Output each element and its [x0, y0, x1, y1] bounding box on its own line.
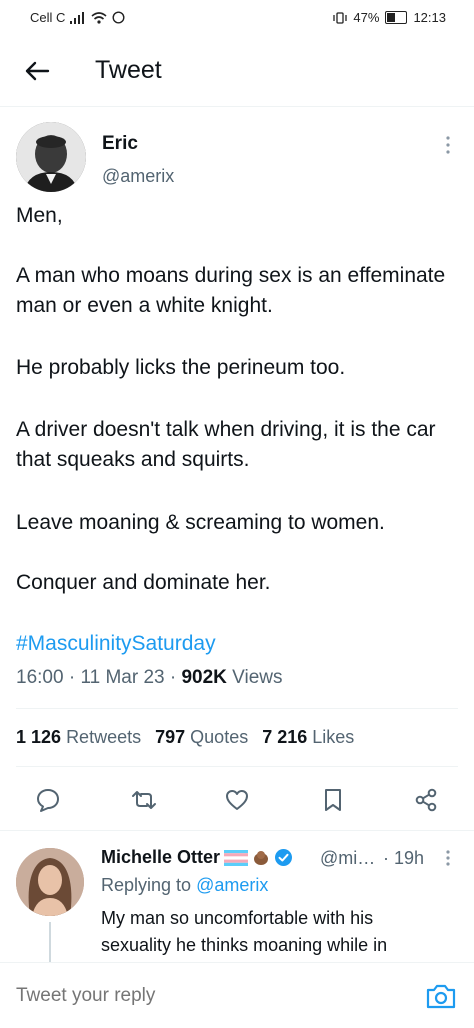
tweet-paragraph: A driver doesn't talk when driving, it i… — [16, 418, 436, 471]
divider — [16, 708, 458, 709]
reply-time: · 19h — [383, 848, 425, 868]
quotes-label: Quotes — [190, 727, 249, 747]
camera-icon[interactable] — [425, 982, 457, 1010]
reply-composer — [0, 962, 474, 1028]
tweet-meta: 16:00 · 11 Mar 23 · 902K Views — [16, 667, 283, 688]
tweet-paragraph: Men, — [16, 204, 63, 227]
clock: 12:13 — [413, 10, 446, 25]
battery-percent: 47% — [353, 10, 380, 25]
retweets-count: 1 126 — [16, 727, 62, 747]
retweet-button[interactable] — [124, 780, 164, 820]
avatar-portrait-icon — [16, 122, 86, 192]
quotes-stat[interactable]: 797 Quotes — [155, 727, 248, 748]
reply-author-name: Michelle Otter — [101, 847, 221, 867]
retweets-label: Retweets — [66, 727, 142, 747]
hashtag-link[interactable]: #MasculinitySaturday — [16, 629, 456, 659]
battery-icon — [385, 11, 408, 24]
engagement-stats: 1 126 Retweets 797 Quotes 7 216 Likes — [16, 727, 354, 748]
comment-icon — [37, 789, 59, 812]
signal-icon — [70, 11, 85, 24]
reply-button[interactable] — [28, 780, 68, 820]
avatar-portrait-icon — [16, 848, 84, 916]
author-avatar[interactable] — [16, 122, 86, 192]
author-name[interactable]: Eric — [102, 133, 138, 155]
action-bar — [0, 780, 474, 820]
status-bar: Cell C 47% 12:13 — [0, 0, 474, 36]
divider — [16, 766, 458, 767]
tweet-time: 16:00 — [16, 667, 64, 688]
likes-stat[interactable]: 7 216 Likes — [262, 727, 354, 748]
like-button[interactable] — [217, 780, 257, 820]
more-options-icon[interactable] — [440, 134, 456, 156]
carrier-label: Cell C — [30, 10, 66, 25]
tweet-paragraph: A man who moans during sex is an effemin… — [16, 264, 446, 317]
tweet-paragraph: He probably licks the perineum too. — [16, 356, 346, 379]
verified-badge-icon — [275, 849, 293, 866]
page-title: Tweet — [95, 56, 162, 84]
divider — [0, 830, 474, 831]
likes-label: Likes — [312, 727, 355, 747]
retweet-icon — [132, 791, 156, 809]
heart-icon — [226, 790, 248, 810]
tweet-date: 11 Mar 23 — [80, 667, 165, 688]
bookmark-button[interactable] — [313, 780, 353, 820]
tweet-paragraph: Conquer and dominate her. — [16, 571, 271, 594]
views-label: Views — [232, 667, 283, 688]
thread-line — [49, 922, 51, 962]
trans-flag-icon — [224, 849, 249, 866]
retweets-stat[interactable]: 1 126 Retweets — [16, 727, 141, 748]
reply-input[interactable] — [16, 985, 376, 1007]
share-icon — [415, 788, 437, 812]
reply-author[interactable]: Michelle Otter — [101, 847, 293, 868]
quotes-count: 797 — [155, 727, 186, 747]
vibrate-icon — [333, 11, 348, 24]
replying-to-link[interactable]: @amerix — [196, 875, 268, 895]
wifi-icon — [91, 11, 107, 24]
back-arrow-icon[interactable] — [22, 56, 52, 86]
likes-count: 7 216 — [262, 727, 308, 747]
author-handle[interactable]: @amerix — [102, 166, 174, 187]
replying-to: Replying to @amerix — [101, 875, 268, 896]
share-button[interactable] — [406, 780, 446, 820]
reply-text: My man so uncomfortable with his sexuali… — [101, 908, 388, 955]
replying-prefix: Replying to — [101, 875, 192, 895]
reply-handle[interactable]: @mi… — [320, 848, 375, 869]
top-bar: Tweet — [0, 36, 474, 107]
whatsapp-icon — [112, 11, 125, 24]
bookmark-icon — [325, 789, 341, 811]
views-count: 902K — [181, 667, 227, 688]
tweet-paragraph: Leave moaning & screaming to women. — [16, 511, 385, 534]
more-options-icon[interactable] — [440, 848, 456, 868]
reply-avatar[interactable] — [16, 848, 84, 916]
otter-emoji-icon — [254, 850, 269, 865]
